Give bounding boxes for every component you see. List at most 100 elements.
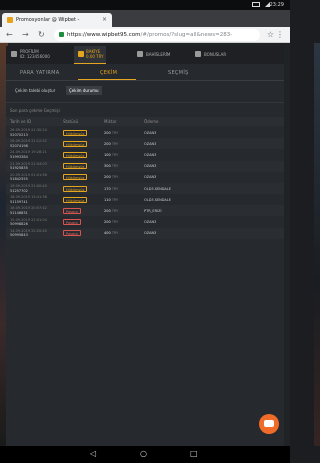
row-id: 51257702 bbox=[10, 188, 28, 193]
status-badge: Pasara bbox=[63, 219, 81, 226]
row-amount: 300 TRY bbox=[104, 164, 119, 169]
row-date: 19.09.2019 21:00:40 bbox=[10, 184, 47, 188]
tab-withdraw[interactable]: ÇEKİM bbox=[100, 70, 117, 76]
table-row: 19.09.2019 21:00:40 51257702 Hükümsüz 170 T… bbox=[6, 183, 284, 194]
tab-title: Promosyonlar @ Wipbet - bbox=[16, 17, 80, 23]
chat-bubble-icon bbox=[264, 420, 274, 427]
status-badge: Hükümsüz bbox=[63, 196, 88, 203]
background-image-right bbox=[314, 43, 320, 446]
back-icon[interactable]: ← bbox=[6, 30, 13, 40]
row-amount: 200 TRY bbox=[104, 141, 119, 146]
table-row: 14.09.2019 22:20:40 50995843 Pasara 400 TRY… bbox=[6, 227, 284, 239]
clock: 23:29 bbox=[269, 2, 284, 8]
android-status-bar: 23:29 bbox=[0, 0, 290, 10]
row-amount: 110 TRY bbox=[104, 197, 119, 202]
gift-icon bbox=[195, 51, 201, 57]
row-id: 50995843 bbox=[10, 233, 28, 238]
browser-toolbar: ← → ↻ https://www.wipbet95.com/#/promos/… bbox=[0, 27, 290, 43]
tab-deposit[interactable]: PARA YATIRMA bbox=[20, 70, 59, 76]
row-date: 21.09.2019 21:04:03 bbox=[10, 161, 47, 166]
row-amount: 200 TRY bbox=[104, 130, 119, 135]
account-header: PROFİLİM ID: 123456000 BAKİYE 0.00 TRY B… bbox=[6, 46, 284, 64]
row-amount: 170 TRY bbox=[104, 186, 119, 191]
row-id: 51146831 bbox=[10, 210, 28, 215]
row-date: 14.09.2019 22:20:40 bbox=[10, 228, 47, 233]
browser-tab[interactable]: Promosyonlar @ Wipbet - × bbox=[2, 13, 112, 27]
row-payment: PTR_ERIZI bbox=[144, 208, 162, 213]
bets-label: BAHİSLERİM bbox=[146, 52, 171, 57]
reload-icon[interactable]: ↻ bbox=[38, 30, 45, 40]
row-id: 51159741 bbox=[10, 199, 28, 204]
row-payment: OLD3.SENDALE bbox=[144, 197, 171, 202]
row-date: 16.09.2019 20:57:42 bbox=[10, 206, 47, 211]
table-row: 16.09.2019 20:57:42 51146831 Pasara 200 TRY… bbox=[6, 205, 284, 217]
browser-tab-strip: Promosyonlar @ Wipbet - × bbox=[0, 10, 290, 27]
column-header-amount: Miktar bbox=[104, 119, 117, 124]
status-badge: Hükümsüz bbox=[63, 163, 88, 170]
profile-tab[interactable]: PROFİLİM ID: 123456000 bbox=[20, 49, 50, 59]
row-amount: 400 TRY bbox=[104, 231, 119, 236]
column-header-payment: Ödeme bbox=[144, 119, 159, 124]
android-navigation-bar: ◁ ○ □ bbox=[0, 446, 290, 463]
profile-icon bbox=[11, 51, 17, 57]
back-nav-icon[interactable]: ◁ bbox=[90, 449, 96, 458]
transaction-tabs: PARA YATIRMA ÇEKİM SEÇMİŞ bbox=[6, 67, 284, 79]
row-id: 51842555 bbox=[10, 177, 28, 182]
table-header: Tarih ve ID Statüsü Miktar Ödeme bbox=[6, 117, 284, 126]
status-badge: Hükümsüz bbox=[63, 185, 88, 192]
balance-value: 0.00 TRY bbox=[86, 54, 104, 59]
divider bbox=[6, 102, 284, 103]
row-date: 18.09.2019 15:41:38 bbox=[10, 195, 47, 200]
bonus-tab[interactable]: BONUSLAR bbox=[204, 52, 226, 57]
row-id: 50998826 bbox=[10, 222, 28, 227]
status-badge: Hükümsüz bbox=[63, 151, 88, 158]
url-text: https://www.wipbet95.com/#/promos/?slug=… bbox=[67, 32, 233, 38]
bets-tab[interactable]: BAHİSLERİM bbox=[146, 52, 170, 57]
home-nav-icon[interactable]: ○ bbox=[140, 449, 147, 458]
row-id: 51993384 bbox=[10, 154, 28, 159]
withdraw-request-button[interactable]: Çekim talebi oluştur bbox=[12, 86, 58, 95]
address-bar[interactable]: https://www.wipbet95.com/#/promos/?slug=… bbox=[54, 29, 260, 41]
trophy-icon bbox=[137, 51, 143, 57]
live-chat-button[interactable] bbox=[259, 414, 279, 434]
status-badge: Hükümsüz bbox=[63, 140, 88, 147]
row-payment: OZAN3 bbox=[144, 141, 157, 146]
row-payment: OZAN3 bbox=[144, 220, 157, 225]
row-amount: 100 TRY bbox=[104, 152, 119, 157]
column-header-status: Statüsü bbox=[63, 119, 79, 124]
row-id: 52074198 bbox=[10, 143, 28, 148]
status-badge: Pasara bbox=[63, 207, 81, 214]
table-row: 18.09.2019 15:41:38 51159741 Hükümsüz 110 T… bbox=[6, 194, 284, 205]
withdraw-status-button[interactable]: Çekim durumu bbox=[66, 86, 102, 95]
row-id: 51925835 bbox=[10, 166, 28, 171]
account-panel: PROFİLİM ID: 123456000 BAKİYE 0.00 TRY B… bbox=[6, 46, 284, 446]
row-payment: OZAN3 bbox=[144, 130, 157, 135]
bookmark-star-icon[interactable]: ☆ bbox=[267, 30, 274, 39]
forward-icon[interactable]: → bbox=[22, 30, 29, 40]
recents-nav-icon[interactable]: □ bbox=[190, 449, 198, 458]
bonus-label: BONUSLAR bbox=[204, 52, 227, 57]
favicon-icon bbox=[7, 17, 13, 23]
row-amount: 200 TRY bbox=[104, 208, 119, 213]
table-row: 20.09.2019 01:01:58 51842555 Hükümsüz 200 T… bbox=[6, 172, 284, 183]
lock-icon bbox=[59, 32, 64, 37]
row-payment: OLD3.SENDALE bbox=[144, 186, 171, 191]
tab-history[interactable]: SEÇMİŞ bbox=[168, 70, 189, 76]
browser-menu-icon[interactable]: ⋮ bbox=[276, 30, 284, 39]
close-tab-icon[interactable]: × bbox=[102, 16, 107, 23]
row-payment: OZAN3 bbox=[144, 164, 157, 169]
battery-icon bbox=[252, 2, 260, 7]
row-payment: OZAN3 bbox=[144, 175, 157, 180]
row-date: 26.09.2019 21:30:24 bbox=[10, 128, 47, 132]
table-row: 24.09.2019 19:28:21 51993384 Hükümsüz 100 T… bbox=[6, 149, 284, 160]
row-date: 15.09.2019 22:01:04 bbox=[10, 217, 47, 222]
table-row: 15.09.2019 22:01:04 50998826 Pasara 200 TRY… bbox=[6, 217, 284, 228]
row-payment: OZAN3 bbox=[144, 152, 157, 157]
wallet-icon bbox=[78, 51, 84, 57]
table-row: 21.09.2019 21:04:03 51925835 Hükümsüz 300 T… bbox=[6, 160, 284, 172]
balance-tab[interactable]: BAKİYE 0.00 TRY bbox=[86, 49, 104, 59]
row-date: 20.09.2019 01:01:58 bbox=[10, 172, 47, 177]
row-date: 26.09.2019 21:12:52 bbox=[10, 139, 47, 144]
status-badge: Pasara bbox=[63, 230, 81, 237]
table-row: 26.09.2019 21:30:24 52070213 Hükümsüz 200 T… bbox=[6, 127, 284, 138]
